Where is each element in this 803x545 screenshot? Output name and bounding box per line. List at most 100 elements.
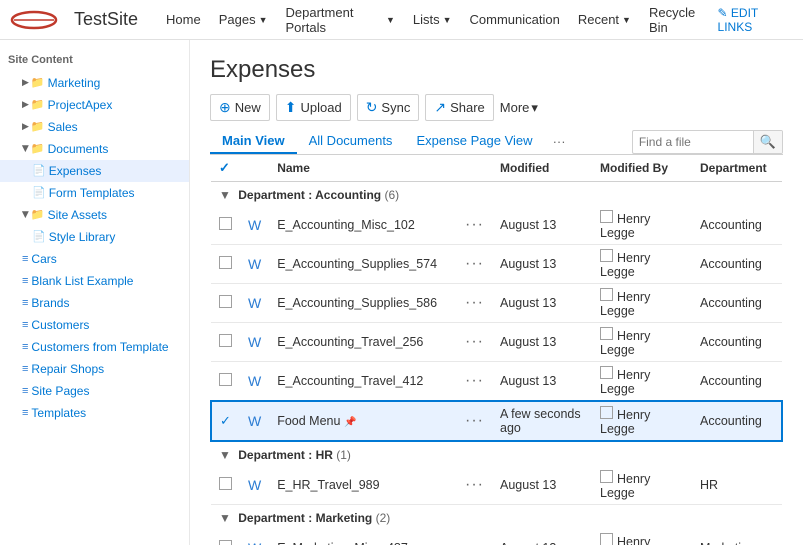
tab-main-view[interactable]: Main View xyxy=(210,129,297,154)
col-modified-by[interactable]: Modified By xyxy=(592,155,692,182)
sidebar-item-projectapex[interactable]: ▶ 📁 ProjectApex xyxy=(0,94,189,116)
file-name[interactable]: E_HR_Travel_989 xyxy=(269,466,457,505)
dots-icon[interactable]: ··· xyxy=(465,255,484,272)
table-row[interactable]: W E_Accounting_Supplies_586 ··· August 1… xyxy=(211,284,782,323)
sidebar-item-repair-shops[interactable]: ≡ Repair Shops xyxy=(0,358,189,380)
sidebar-item-brands[interactable]: ≡ Brands xyxy=(0,292,189,314)
dots-icon[interactable]: ··· xyxy=(465,333,484,350)
checkbox-small[interactable] xyxy=(600,210,613,223)
checkbox-small[interactable] xyxy=(600,288,613,301)
collapse-icon[interactable]: ▼ xyxy=(219,511,231,525)
search-input[interactable] xyxy=(633,132,753,152)
table-row[interactable]: W E_Accounting_Misc_102 ··· August 13 He… xyxy=(211,206,782,245)
nav-communication[interactable]: Communication xyxy=(462,0,568,40)
file-name[interactable]: E_Accounting_Travel_412 xyxy=(269,362,457,402)
sidebar-item-style-library[interactable]: 📄 Style Library xyxy=(0,226,189,248)
dots-icon[interactable]: ··· xyxy=(465,294,484,311)
nav-recycle-bin[interactable]: Recycle Bin xyxy=(641,0,718,40)
sidebar-item-customers-from-template[interactable]: ≡ Customers from Template xyxy=(0,336,189,358)
table-row[interactable]: W E_HR_Travel_989 ··· August 13 Henry Le… xyxy=(211,466,782,505)
table-row[interactable]: W E_Accounting_Travel_256 ··· August 13 … xyxy=(211,323,782,362)
sidebar-item-blank-list[interactable]: ≡ Blank List Example xyxy=(0,270,189,292)
tab-more-btn[interactable]: ··· xyxy=(545,130,574,153)
sidebar-item-cars[interactable]: ≡ Cars xyxy=(0,248,189,270)
checkbox-small[interactable] xyxy=(600,366,613,379)
row-options[interactable]: ··· xyxy=(457,466,492,505)
sidebar-item-documents[interactable]: ▶ 📁 Documents xyxy=(0,138,189,160)
new-button[interactable]: ⊕ New xyxy=(210,94,270,121)
checkbox[interactable] xyxy=(219,477,232,490)
row-check[interactable] xyxy=(211,284,240,323)
file-name[interactable]: E_Accounting_Supplies_574 xyxy=(269,245,457,284)
file-name[interactable]: E_Accounting_Supplies_586 xyxy=(269,284,457,323)
row-options[interactable]: ··· xyxy=(457,362,492,402)
tab-all-documents[interactable]: All Documents xyxy=(297,129,405,154)
checkbox-small[interactable] xyxy=(600,533,613,545)
collapse-icon[interactable]: ▼ xyxy=(219,188,231,202)
nav-lists[interactable]: Lists ▼ xyxy=(405,0,460,40)
row-check[interactable]: ✓ xyxy=(211,401,240,441)
row-check[interactable] xyxy=(211,245,240,284)
dots-icon[interactable]: ··· xyxy=(465,539,484,545)
nav-recent[interactable]: Recent ▼ xyxy=(570,0,639,40)
sidebar-item-expenses[interactable]: 📄 Expenses xyxy=(0,160,189,182)
sidebar-item-customers[interactable]: ≡ Customers xyxy=(0,314,189,336)
file-name[interactable]: E_Accounting_Travel_256 xyxy=(269,323,457,362)
nav-department-portals[interactable]: Department Portals ▼ xyxy=(278,0,403,40)
row-options[interactable]: ··· xyxy=(457,284,492,323)
checkbox[interactable] xyxy=(219,373,232,386)
checkbox-small[interactable] xyxy=(600,470,613,483)
row-options[interactable]: ··· xyxy=(457,245,492,284)
sidebar-item-sales[interactable]: ▶ 📁 Sales xyxy=(0,116,189,138)
dots-icon[interactable]: ··· xyxy=(465,476,484,493)
file-icon-cell: W xyxy=(240,206,269,245)
row-options[interactable]: ··· xyxy=(457,323,492,362)
checkbox[interactable] xyxy=(219,334,232,347)
sidebar-item-marketing[interactable]: ▶ 📁 Marketing xyxy=(0,72,189,94)
row-check[interactable] xyxy=(211,466,240,505)
row-check[interactable] xyxy=(211,206,240,245)
table-row[interactable]: W E_Accounting_Travel_412 ··· August 13 … xyxy=(211,362,782,402)
file-name[interactable]: E_Accounting_Misc_102 xyxy=(269,206,457,245)
table-row[interactable]: W E_Accounting_Supplies_574 ··· August 1… xyxy=(211,245,782,284)
tab-expense-page-view[interactable]: Expense Page View xyxy=(404,129,544,154)
modified-date: August 13 xyxy=(492,529,592,545)
file-name[interactable]: Food Menu 📌 xyxy=(269,401,457,441)
nav-home[interactable]: Home xyxy=(158,0,209,40)
checkbox[interactable] xyxy=(219,256,232,269)
dots-icon[interactable]: ··· xyxy=(465,216,484,233)
checkbox[interactable] xyxy=(219,295,232,308)
search-button[interactable]: 🔍 xyxy=(753,131,782,153)
upload-button[interactable]: ⬆ Upload xyxy=(276,94,351,121)
dots-icon[interactable]: ··· xyxy=(465,412,484,429)
share-button[interactable]: ↗ Share xyxy=(425,94,493,121)
row-check[interactable] xyxy=(211,362,240,402)
checkbox-small[interactable] xyxy=(600,406,613,419)
row-options[interactable]: ··· xyxy=(457,401,492,441)
collapse-icon[interactable]: ▼ xyxy=(219,448,231,462)
col-name[interactable]: Name xyxy=(269,155,457,182)
sidebar-item-templates[interactable]: ≡ Templates xyxy=(0,402,189,424)
checkbox-small[interactable] xyxy=(600,249,613,262)
row-options[interactable]: ··· xyxy=(457,206,492,245)
table-row[interactable]: W E_Marketing_Misc_487 ··· August 13 Hen… xyxy=(211,529,782,545)
edit-links-btn[interactable]: ✎ EDIT LINKS xyxy=(718,6,793,34)
checkbox[interactable] xyxy=(219,217,232,230)
checkbox[interactable] xyxy=(219,540,232,545)
more-button[interactable]: More ▾ xyxy=(500,100,538,116)
sync-button[interactable]: ↻ Sync xyxy=(357,94,420,121)
col-modified[interactable]: Modified xyxy=(492,155,592,182)
file-name[interactable]: E_Marketing_Misc_487 xyxy=(269,529,457,545)
table-row[interactable]: ✓ W Food Menu 📌 ··· A few seconds ago He… xyxy=(211,401,782,441)
col-department[interactable]: Department xyxy=(692,155,782,182)
sidebar-item-site-pages[interactable]: ≡ Site Pages xyxy=(0,380,189,402)
row-check[interactable] xyxy=(211,529,240,545)
row-options[interactable]: ··· xyxy=(457,529,492,545)
header-check[interactable]: ✓ xyxy=(219,160,230,175)
sidebar-item-form-templates[interactable]: 📄 Form Templates xyxy=(0,182,189,204)
nav-pages[interactable]: Pages ▼ xyxy=(211,0,276,40)
checkbox-small[interactable] xyxy=(600,327,613,340)
dots-icon[interactable]: ··· xyxy=(465,372,484,389)
sidebar-item-site-assets[interactable]: ▶ 📁 Site Assets xyxy=(0,204,189,226)
row-check[interactable] xyxy=(211,323,240,362)
